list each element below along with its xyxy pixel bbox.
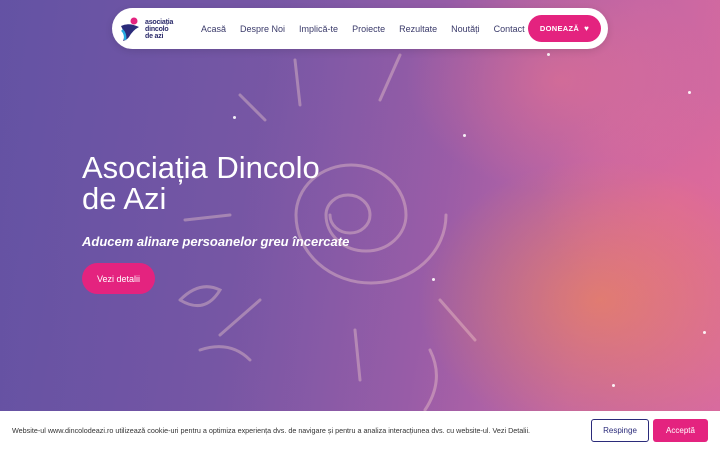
logo-mark-icon (121, 17, 139, 41)
donate-button[interactable]: DONEAZĂ ♥ (528, 15, 601, 42)
cookie-text: Website-ul www.dincolodeazi.ro utilizeaz… (12, 426, 531, 435)
site-logo[interactable]: asociația dincolo de azi (118, 14, 180, 44)
main-menu: Acasă Despre Noi Implică-te Proiecte Rez… (201, 8, 539, 49)
sparkle (703, 331, 706, 334)
sparkle (233, 116, 236, 119)
navbar: asociația dincolo de azi Acasă Despre No… (112, 8, 608, 49)
nav-item-noutati[interactable]: Noutăți (451, 24, 480, 34)
nav-item-acasa[interactable]: Acasă (201, 24, 226, 34)
sparkle (688, 91, 691, 94)
sparkle (547, 53, 550, 56)
reject-cookies-button[interactable]: Respinge (591, 419, 649, 442)
sparkle (432, 278, 435, 281)
nav-item-despre-noi[interactable]: Despre Noi (240, 24, 285, 34)
heart-icon: ♥ (584, 24, 590, 33)
nav-item-contact[interactable]: Contact (494, 24, 525, 34)
sparkle (612, 384, 615, 387)
logo-line: dincolo (145, 25, 169, 33)
logo-line: asociația (145, 18, 174, 26)
nav-item-rezultate[interactable]: Rezultate (399, 24, 437, 34)
accept-cookies-button[interactable]: Acceptă (653, 419, 708, 442)
sparkle (463, 134, 466, 137)
hero-title: Asociația Dincolo de Azi (82, 150, 320, 216)
hero-subtitle: Aducem alinare persoanelor greu încercat… (82, 234, 350, 249)
logo-line: de azi (145, 32, 164, 40)
hero-section (0, 0, 720, 450)
nav-item-proiecte[interactable]: Proiecte (352, 24, 385, 34)
donate-label: DONEAZĂ (539, 24, 580, 33)
view-details-button[interactable]: Vezi detalii (82, 263, 155, 294)
chalk-sun-drawing (178, 53, 477, 412)
logo-wordmark: asociația dincolo de azi (145, 19, 173, 40)
cookie-banner: Website-ul www.dincolodeazi.ro utilizeaz… (0, 411, 720, 450)
nav-item-implica-te[interactable]: Implică-te (299, 24, 338, 34)
